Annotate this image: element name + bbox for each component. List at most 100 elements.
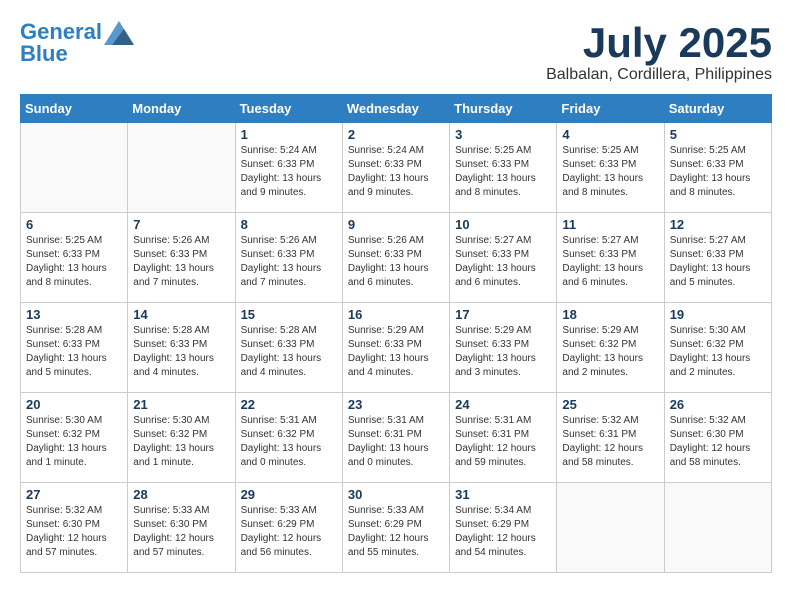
calendar-cell: 30 Sunrise: 5:33 AM Sunset: 6:29 PM Dayli… xyxy=(342,483,449,573)
calendar-cell: 12 Sunrise: 5:27 AM Sunset: 6:33 PM Dayli… xyxy=(664,213,771,303)
weekday-header-tuesday: Tuesday xyxy=(235,95,342,123)
day-info: Sunrise: 5:29 AM Sunset: 6:32 PM Dayligh… xyxy=(562,324,658,380)
day-number: 22 xyxy=(241,397,337,412)
day-info: Sunrise: 5:29 AM Sunset: 6:33 PM Dayligh… xyxy=(348,324,444,380)
day-info: Sunrise: 5:33 AM Sunset: 6:29 PM Dayligh… xyxy=(241,504,337,560)
calendar-cell: 29 Sunrise: 5:33 AM Sunset: 6:29 PM Dayli… xyxy=(235,483,342,573)
calendar-week-5: 27 Sunrise: 5:32 AM Sunset: 6:30 PM Dayli… xyxy=(21,483,772,573)
calendar-cell xyxy=(21,123,128,213)
day-info: Sunrise: 5:25 AM Sunset: 6:33 PM Dayligh… xyxy=(26,234,122,290)
day-number: 23 xyxy=(348,397,444,412)
title-block: July 2025 Balbalan, Cordillera, Philippi… xyxy=(546,20,772,84)
calendar-cell: 4 Sunrise: 5:25 AM Sunset: 6:33 PM Daylig… xyxy=(557,123,664,213)
day-number: 6 xyxy=(26,217,122,232)
calendar-cell: 16 Sunrise: 5:29 AM Sunset: 6:33 PM Dayli… xyxy=(342,303,449,393)
calendar-header-row: SundayMondayTuesdayWednesdayThursdayFrid… xyxy=(21,95,772,123)
day-number: 31 xyxy=(455,487,551,502)
day-number: 7 xyxy=(133,217,229,232)
day-number: 21 xyxy=(133,397,229,412)
day-number: 12 xyxy=(670,217,766,232)
calendar-cell: 2 Sunrise: 5:24 AM Sunset: 6:33 PM Daylig… xyxy=(342,123,449,213)
day-info: Sunrise: 5:26 AM Sunset: 6:33 PM Dayligh… xyxy=(241,234,337,290)
day-info: Sunrise: 5:29 AM Sunset: 6:33 PM Dayligh… xyxy=(455,324,551,380)
day-number: 2 xyxy=(348,127,444,142)
day-info: Sunrise: 5:32 AM Sunset: 6:31 PM Dayligh… xyxy=(562,414,658,470)
day-number: 19 xyxy=(670,307,766,322)
calendar-cell: 10 Sunrise: 5:27 AM Sunset: 6:33 PM Dayli… xyxy=(450,213,557,303)
day-info: Sunrise: 5:32 AM Sunset: 6:30 PM Dayligh… xyxy=(670,414,766,470)
calendar-cell: 7 Sunrise: 5:26 AM Sunset: 6:33 PM Daylig… xyxy=(128,213,235,303)
weekday-header-thursday: Thursday xyxy=(450,95,557,123)
day-number: 29 xyxy=(241,487,337,502)
day-info: Sunrise: 5:30 AM Sunset: 6:32 PM Dayligh… xyxy=(670,324,766,380)
calendar-cell: 14Sunrise: 5:28 AM Sunset: 6:33 PM Dayli… xyxy=(128,303,235,393)
calendar-cell: 23 Sunrise: 5:31 AM Sunset: 6:31 PM Dayli… xyxy=(342,393,449,483)
calendar-cell: 26Sunrise: 5:32 AM Sunset: 6:30 PM Dayli… xyxy=(664,393,771,483)
day-number: 16 xyxy=(348,307,444,322)
day-number: 4 xyxy=(562,127,658,142)
day-number: 1 xyxy=(241,127,337,142)
day-number: 10 xyxy=(455,217,551,232)
calendar-cell: 27 Sunrise: 5:32 AM Sunset: 6:30 PM Dayli… xyxy=(21,483,128,573)
calendar-cell: 24 Sunrise: 5:31 AM Sunset: 6:31 PM Dayli… xyxy=(450,393,557,483)
day-info: Sunrise: 5:24 AM Sunset: 6:33 PM Dayligh… xyxy=(348,144,444,200)
weekday-header-saturday: Saturday xyxy=(664,95,771,123)
calendar-cell: 22 Sunrise: 5:31 AM Sunset: 6:32 PM Dayli… xyxy=(235,393,342,483)
calendar-week-2: 6 Sunrise: 5:25 AM Sunset: 6:33 PM Daylig… xyxy=(21,213,772,303)
day-info: Sunrise: 5:32 AM Sunset: 6:30 PM Dayligh… xyxy=(26,504,122,560)
calendar-cell: 20 Sunrise: 5:30 AM Sunset: 6:32 PM Dayli… xyxy=(21,393,128,483)
day-info: Sunrise: 5:31 AM Sunset: 6:31 PM Dayligh… xyxy=(348,414,444,470)
calendar-cell: 13 Sunrise: 5:28 AM Sunset: 6:33 PM Dayli… xyxy=(21,303,128,393)
day-number: 15 xyxy=(241,307,337,322)
day-info: Sunrise: 5:25 AM Sunset: 6:33 PM Dayligh… xyxy=(562,144,658,200)
day-info: Sunrise: 5:28 AM Sunset: 6:33 PM Dayligh… xyxy=(133,324,229,380)
calendar-cell: 19 Sunrise: 5:30 AM Sunset: 6:32 PM Dayli… xyxy=(664,303,771,393)
calendar-body: 1 Sunrise: 5:24 AM Sunset: 6:33 PM Daylig… xyxy=(21,123,772,573)
calendar-cell: 31 Sunrise: 5:34 AM Sunset: 6:29 PM Dayli… xyxy=(450,483,557,573)
day-info: Sunrise: 5:33 AM Sunset: 6:29 PM Dayligh… xyxy=(348,504,444,560)
day-info: Sunrise: 5:27 AM Sunset: 6:33 PM Dayligh… xyxy=(670,234,766,290)
calendar-week-4: 20 Sunrise: 5:30 AM Sunset: 6:32 PM Dayli… xyxy=(21,393,772,483)
day-number: 20 xyxy=(26,397,122,412)
day-info: Sunrise: 5:25 AM Sunset: 6:33 PM Dayligh… xyxy=(455,144,551,200)
day-info: Sunrise: 5:25 AM Sunset: 6:33 PM Dayligh… xyxy=(670,144,766,200)
day-info: Sunrise: 5:30 AM Sunset: 6:32 PM Dayligh… xyxy=(26,414,122,470)
day-number: 9 xyxy=(348,217,444,232)
day-number: 27 xyxy=(26,487,122,502)
day-info: Sunrise: 5:26 AM Sunset: 6:33 PM Dayligh… xyxy=(348,234,444,290)
calendar-cell: 15 Sunrise: 5:28 AM Sunset: 6:33 PM Dayli… xyxy=(235,303,342,393)
day-info: Sunrise: 5:34 AM Sunset: 6:29 PM Dayligh… xyxy=(455,504,551,560)
day-info: Sunrise: 5:31 AM Sunset: 6:31 PM Dayligh… xyxy=(455,414,551,470)
calendar-cell: 11 Sunrise: 5:27 AM Sunset: 6:33 PM Dayli… xyxy=(557,213,664,303)
weekday-header-wednesday: Wednesday xyxy=(342,95,449,123)
day-number: 28 xyxy=(133,487,229,502)
calendar-cell: 5Sunrise: 5:25 AM Sunset: 6:33 PM Daylig… xyxy=(664,123,771,213)
day-info: Sunrise: 5:31 AM Sunset: 6:32 PM Dayligh… xyxy=(241,414,337,470)
day-number: 11 xyxy=(562,217,658,232)
calendar-cell: 17 Sunrise: 5:29 AM Sunset: 6:33 PM Dayli… xyxy=(450,303,557,393)
day-info: Sunrise: 5:33 AM Sunset: 6:30 PM Dayligh… xyxy=(133,504,229,560)
day-info: Sunrise: 5:30 AM Sunset: 6:32 PM Dayligh… xyxy=(133,414,229,470)
day-info: Sunrise: 5:26 AM Sunset: 6:33 PM Dayligh… xyxy=(133,234,229,290)
day-number: 18 xyxy=(562,307,658,322)
day-number: 24 xyxy=(455,397,551,412)
day-number: 8 xyxy=(241,217,337,232)
calendar-cell: 3Sunrise: 5:25 AM Sunset: 6:33 PM Daylig… xyxy=(450,123,557,213)
calendar-cell: 21 Sunrise: 5:30 AM Sunset: 6:32 PM Dayli… xyxy=(128,393,235,483)
day-info: Sunrise: 5:28 AM Sunset: 6:33 PM Dayligh… xyxy=(241,324,337,380)
day-info: Sunrise: 5:27 AM Sunset: 6:33 PM Dayligh… xyxy=(562,234,658,290)
calendar-cell: 28 Sunrise: 5:33 AM Sunset: 6:30 PM Dayli… xyxy=(128,483,235,573)
calendar-cell xyxy=(128,123,235,213)
day-number: 30 xyxy=(348,487,444,502)
calendar-cell: 1Sunrise: 5:24 AM Sunset: 6:33 PM Daylig… xyxy=(235,123,342,213)
month-title: July 2025 xyxy=(546,20,772,66)
calendar-week-3: 13 Sunrise: 5:28 AM Sunset: 6:33 PM Dayli… xyxy=(21,303,772,393)
day-number: 25 xyxy=(562,397,658,412)
calendar-table: SundayMondayTuesdayWednesdayThursdayFrid… xyxy=(20,94,772,573)
day-number: 13 xyxy=(26,307,122,322)
day-info: Sunrise: 5:27 AM Sunset: 6:33 PM Dayligh… xyxy=(455,234,551,290)
page-header: General Blue July 2025 Balbalan, Cordill… xyxy=(20,20,772,84)
day-info: Sunrise: 5:28 AM Sunset: 6:33 PM Dayligh… xyxy=(26,324,122,380)
calendar-week-1: 1 Sunrise: 5:24 AM Sunset: 6:33 PM Daylig… xyxy=(21,123,772,213)
day-number: 17 xyxy=(455,307,551,322)
